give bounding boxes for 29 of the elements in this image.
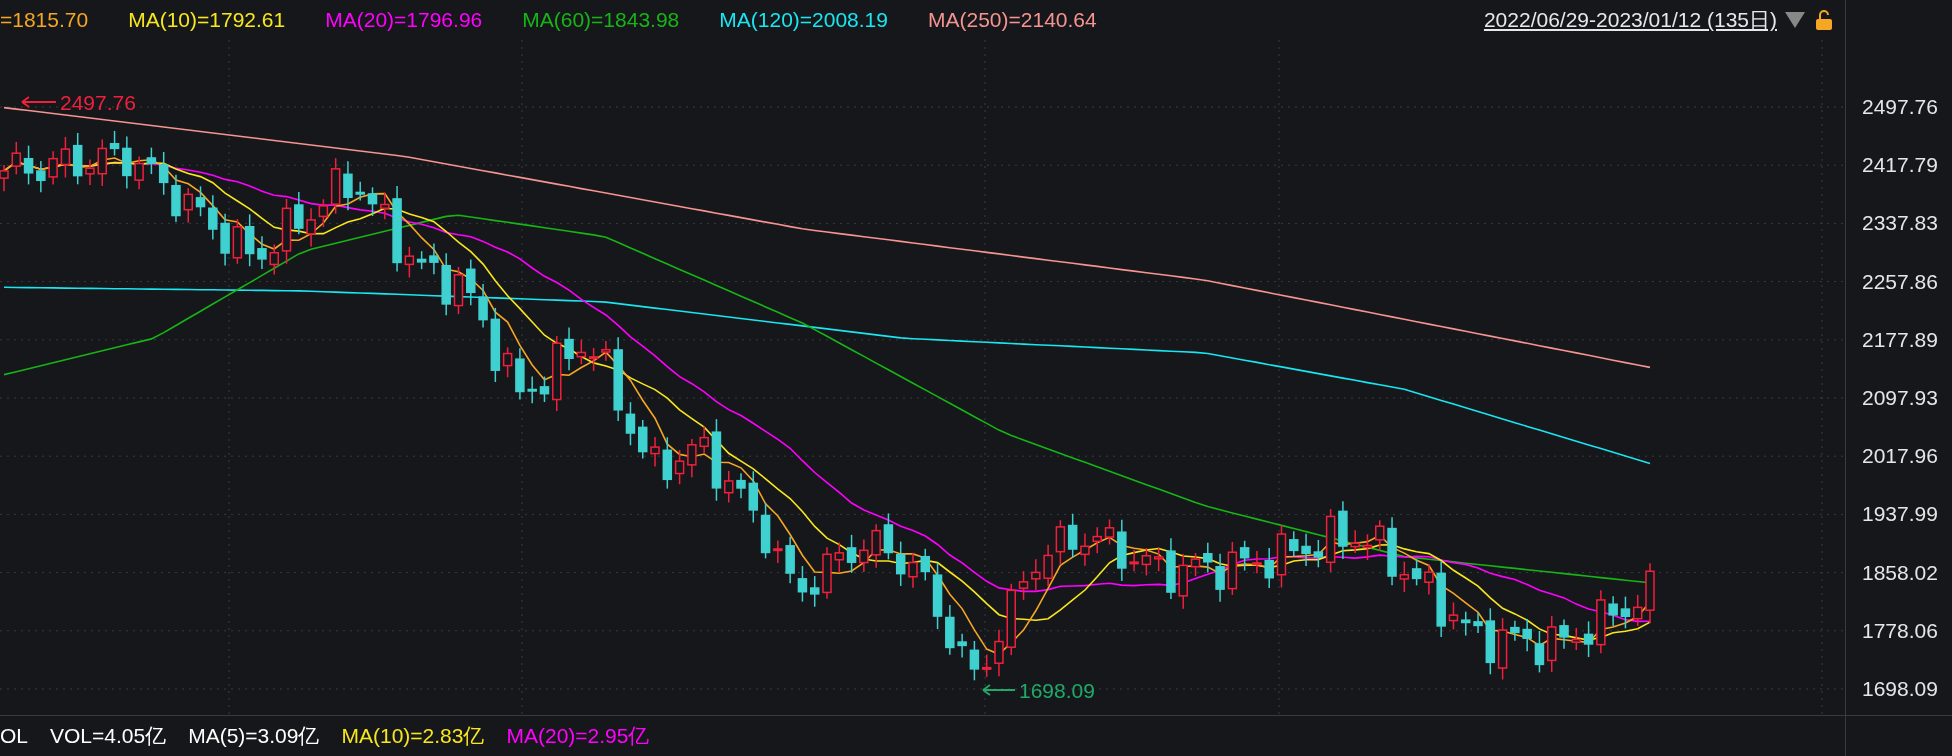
date-range[interactable]: 2022/06/29-2023/01/12 (135日) [1483,4,1777,36]
axis-label: 1858.02 [1862,560,1939,585]
legend-item: MA(20)=1796.96 [325,7,483,34]
axis-label: 2417.79 [1862,153,1939,178]
axis-label: 2497.76 [1862,95,1939,119]
legend-item: =1815.70 [0,7,89,34]
legend-item: MA(60)=1843.98 [522,7,680,34]
volume-legend-item: MA(5)=3.09亿 [188,723,320,750]
axis-label: 2097.93 [1862,385,1939,410]
volume-legend-item: MA(20)=2.95亿 [506,723,650,750]
low-price-label: 1698.09 [1019,679,1095,702]
arrow-icon [982,684,1016,696]
triangle-down-icon[interactable] [1785,12,1805,28]
legend-item: MA(250)=2140.64 [928,7,1097,34]
legend-item: MA(10)=1792.61 [128,7,286,34]
arrow-icon [21,96,57,108]
high-price-label: 2497.76 [60,91,136,114]
lock-icon[interactable] [1815,10,1833,30]
axis-label: 1698.09 [1862,676,1939,701]
axis-label: 1778.06 [1862,618,1939,643]
axis-label: 2257.86 [1862,269,1939,294]
axis-label: 2337.83 [1862,211,1939,236]
volume-legend-item: MA(10)=2.83亿 [341,723,485,750]
axis-label: 2017.96 [1862,444,1939,469]
legend-item: MA(120)=2008.19 [719,7,888,34]
axis-label: 1937.99 [1862,502,1939,527]
volume-legend-item: VOL=4.05亿 [50,723,167,750]
volume-legend-item: OL [0,723,28,750]
axis-label: 2177.89 [1862,327,1939,352]
